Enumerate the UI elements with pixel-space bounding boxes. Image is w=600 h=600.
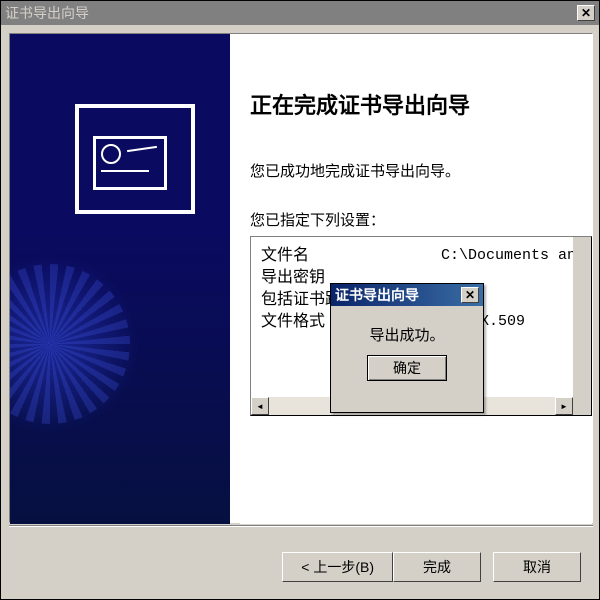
success-message: 您已成功地完成证书导出向导。 [250,160,582,181]
page-title: 正在完成证书导出向导 [250,88,582,120]
msgbox-title: 证书导出向导 [335,285,461,305]
msgbox-titlebar: 证书导出向导 ✕ [331,284,483,306]
msgbox-button-row: 确定 [331,355,483,391]
back-button[interactable]: < 上一步(B) [282,552,393,582]
list-item: 文件名 C:\Documents and Set [261,245,581,267]
finish-button[interactable]: 完成 [393,552,481,582]
separator [9,525,593,527]
cancel-button[interactable]: 取消 [493,552,581,582]
starburst-decoration [10,254,140,434]
wizard-window: 证书导出向导 ✕ 正在完成证书导出向导 您已成功地完成证书导出向导。 您已指定下… [0,0,600,600]
main-panel: 正在完成证书导出向导 您已成功地完成证书导出向导。 您已指定下列设置： 文件名 … [240,34,592,524]
window-title: 证书导出向导 [5,3,577,23]
setting-value: C:\Documents and Set [441,245,592,267]
scroll-left-icon[interactable]: ◄ [251,397,269,415]
msgbox-body: 导出成功。 [331,306,483,355]
wizard-side-graphic [10,34,230,524]
setting-label: 文件名 [261,245,441,267]
titlebar: 证书导出向导 ✕ [1,1,599,25]
button-row: < 上一步(B) 完成 取消 [1,547,600,587]
scroll-corner [573,397,591,415]
settings-label: 您已指定下列设置： [250,209,582,230]
vertical-scrollbar[interactable] [573,237,591,397]
close-icon[interactable]: ✕ [461,287,479,303]
ok-button[interactable]: 确定 [367,355,447,381]
message-box: 证书导出向导 ✕ 导出成功。 确定 [330,283,484,413]
close-icon[interactable]: ✕ [577,5,595,21]
certificate-icon [75,104,195,214]
scroll-right-icon[interactable]: ► [555,397,573,415]
content-area: 正在完成证书导出向导 您已成功地完成证书导出向导。 您已指定下列设置： 文件名 … [9,33,593,523]
